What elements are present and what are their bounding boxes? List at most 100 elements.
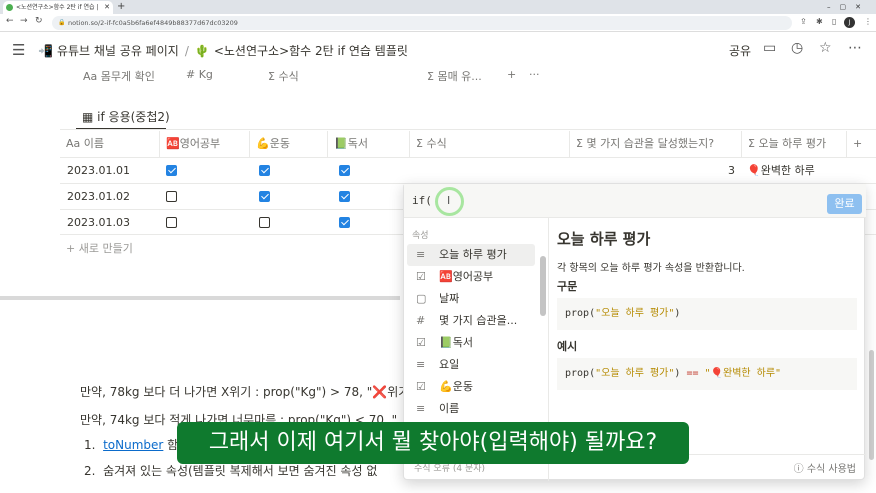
lock-icon: 🔒 bbox=[58, 19, 66, 26]
back-icon[interactable]: ← bbox=[6, 16, 14, 26]
done-button[interactable]: 완료 bbox=[827, 194, 862, 214]
table-top-border bbox=[60, 129, 876, 130]
window-controls[interactable]: –▢✕ bbox=[827, 0, 870, 14]
property-item[interactable]: ☑ 🆎영어공부 bbox=[407, 266, 535, 288]
property-item[interactable]: ≡ 요일 bbox=[407, 354, 535, 376]
text-property-icon: ≡ bbox=[416, 358, 426, 371]
exercise-checkbox[interactable] bbox=[259, 165, 270, 176]
property-item[interactable]: ☑ 💪운동 bbox=[407, 376, 535, 398]
property-item[interactable]: ≡ 오늘 하루 평가 bbox=[407, 244, 535, 266]
english-checkbox[interactable] bbox=[166, 191, 177, 202]
row-name[interactable]: 2023.01.02 bbox=[67, 184, 130, 210]
code-operator: == bbox=[686, 368, 699, 379]
browser-tab[interactable]: <노션연구소>함수 2탄 if 연습 | ✕ bbox=[3, 1, 113, 14]
example-code: prop("오늘 하루 평가") == "🎈완벽한 하루" bbox=[557, 358, 857, 390]
property-label: 💪운동 bbox=[439, 380, 473, 393]
url-field[interactable]: 🔒 notion.so/2-if-fc0a5b6fa6ef4849b88377d… bbox=[52, 16, 792, 30]
sidebar-icon[interactable]: ▯ bbox=[832, 17, 836, 26]
reading-checkbox[interactable] bbox=[339, 165, 350, 176]
formula-help-link[interactable]: ⓘ 수식 사용법 bbox=[794, 460, 856, 475]
tonumber-link[interactable]: toNumber bbox=[103, 438, 163, 452]
property-item[interactable]: # 몇 가지 습관을... bbox=[407, 310, 535, 332]
code-fn: prop( bbox=[565, 308, 596, 319]
phone-icon: 📲 bbox=[38, 44, 53, 58]
new-row-button[interactable]: + 새로 만들기 bbox=[66, 240, 133, 256]
breadcrumb-page1[interactable]: 유튜브 채널 공유 페이지 bbox=[57, 44, 179, 58]
checkbox-property-icon: ☑ bbox=[416, 270, 426, 283]
exercise-checkbox[interactable] bbox=[259, 217, 270, 228]
share-page-icon[interactable]: ⇪ bbox=[800, 17, 807, 26]
exercise-checkbox[interactable] bbox=[259, 191, 270, 202]
more-options-icon[interactable]: ⋯ bbox=[848, 40, 862, 56]
table-row[interactable]: 2023.01.01 3 🎈완벽한 하루 bbox=[60, 157, 876, 183]
browser-tab-strip: <노션연구소>함수 2탄 if 연습 | ✕ + –▢✕ bbox=[0, 0, 876, 14]
habit-count-value: 3 bbox=[728, 164, 735, 177]
property-label: 요일 bbox=[439, 358, 460, 371]
header-reading[interactable]: 📗독서 bbox=[328, 131, 410, 157]
hamburger-menu-icon[interactable]: ☰ bbox=[12, 41, 25, 59]
forward-icon[interactable]: → bbox=[20, 16, 28, 26]
column-body-status[interactable]: Σ 몸매 유... bbox=[427, 68, 482, 84]
avatar[interactable]: J bbox=[844, 17, 855, 28]
formula-input-bar: if( I 완료 bbox=[404, 184, 866, 218]
header-daily-eval[interactable]: Σ 오늘 하루 평가 bbox=[742, 131, 847, 157]
number-property-icon: # bbox=[416, 314, 426, 327]
row-name[interactable]: 2023.01.01 bbox=[67, 158, 130, 184]
english-checkbox[interactable] bbox=[166, 165, 177, 176]
history-icon[interactable]: ◷ bbox=[791, 40, 803, 56]
checkbox-property-icon: ☑ bbox=[416, 380, 426, 393]
view-title: if 응용(중첩2) bbox=[97, 110, 170, 124]
view-tab[interactable]: ▦ if 응용(중첩2) bbox=[82, 108, 170, 125]
address-bar-row: ← → ↻ 🔒 notion.so/2-if-fc0a5b6fa6ef4849b… bbox=[0, 14, 876, 32]
menu-icon[interactable]: ⋮ bbox=[864, 17, 872, 26]
comment-icon[interactable]: ▭ bbox=[763, 40, 776, 56]
breadcrumb: 📲 유튜브 채널 공유 페이지 / 🌵 <노션연구소>함수 2탄 if 연습 템플릿 bbox=[38, 42, 408, 59]
detail-description: 각 항목의 오늘 하루 평가 속성을 반환합니다. bbox=[557, 263, 745, 274]
new-tab-button[interactable]: + bbox=[117, 0, 125, 14]
header-name[interactable]: Aa 이름 bbox=[60, 131, 160, 157]
notion-topbar: ☰ 📲 유튜브 채널 공유 페이지 / 🌵 <노션연구소>함수 2탄 if 연습 템플릿… bbox=[0, 32, 876, 68]
share-button[interactable]: 공유 bbox=[729, 42, 751, 59]
header-habit-count[interactable]: Σ 몇 가지 습관을 달성했는지? bbox=[570, 131, 742, 157]
header-formula[interactable]: Σ 수식 bbox=[410, 131, 570, 157]
column-formula[interactable]: Σ 수식 bbox=[268, 68, 299, 84]
property-label: 날짜 bbox=[439, 292, 460, 305]
checkbox-property-icon: ☑ bbox=[416, 336, 426, 349]
detail-title: 오늘 하루 평가 bbox=[557, 230, 651, 248]
cursor-highlight: I bbox=[435, 187, 464, 216]
more-columns-button[interactable]: ··· bbox=[529, 68, 540, 81]
page-scrollbar[interactable] bbox=[869, 350, 874, 460]
code-close: ) bbox=[674, 308, 681, 319]
close-tab-icon[interactable]: ✕ bbox=[104, 1, 110, 14]
column-weight-check[interactable]: Aa 몸무게 확인 bbox=[83, 68, 155, 84]
syntax-heading: 구문 bbox=[557, 280, 578, 293]
favorite-star-icon[interactable]: ☆ bbox=[819, 40, 832, 56]
browser-tab-title: <노션연구소>함수 2탄 if 연습 | bbox=[16, 4, 99, 11]
breadcrumb-page2[interactable]: <노션연구소>함수 2탄 if 연습 템플릿 bbox=[214, 44, 408, 58]
add-property-button[interactable]: + bbox=[847, 131, 876, 157]
reading-checkbox[interactable] bbox=[339, 217, 350, 228]
code-value: "🎈완벽한 하루" bbox=[698, 368, 782, 379]
text-property-icon: ≡ bbox=[416, 248, 426, 261]
code-fn: prop( bbox=[565, 368, 596, 379]
property-item[interactable]: ▢ 날짜 bbox=[407, 288, 535, 310]
reading-checkbox[interactable] bbox=[339, 191, 350, 202]
formula-input[interactable]: if( bbox=[412, 194, 432, 207]
english-checkbox[interactable] bbox=[166, 217, 177, 228]
list-scrollbar[interactable] bbox=[540, 256, 546, 316]
reload-icon[interactable]: ↻ bbox=[35, 16, 43, 26]
property-item[interactable]: ≡ 이름 bbox=[407, 398, 535, 420]
property-detail: 오늘 하루 평가 각 항목의 오늘 하루 평가 속성을 반환합니다. 구문 pr… bbox=[557, 228, 857, 390]
extensions-icon[interactable]: ✱ bbox=[816, 17, 823, 26]
section-label: 속성 bbox=[412, 231, 429, 241]
row-name[interactable]: 2023.01.03 bbox=[67, 210, 130, 236]
list-item: 1. toNumber 함수 bbox=[84, 436, 189, 453]
text-property-icon: ≡ bbox=[416, 402, 426, 415]
header-english[interactable]: 🆎영어공부 bbox=[160, 131, 250, 157]
column-kg[interactable]: # Kg bbox=[186, 68, 213, 81]
body-line-1: 만약, 78kg 보다 더 나가면 X위기 : prop("Kg") > 78,… bbox=[80, 385, 410, 399]
header-exercise[interactable]: 💪운동 bbox=[250, 131, 328, 157]
syntax-code: prop("오늘 하루 평가") bbox=[557, 298, 857, 330]
add-column-button[interactable]: + bbox=[507, 68, 516, 81]
property-item[interactable]: ☑ 📗독서 bbox=[407, 332, 535, 354]
